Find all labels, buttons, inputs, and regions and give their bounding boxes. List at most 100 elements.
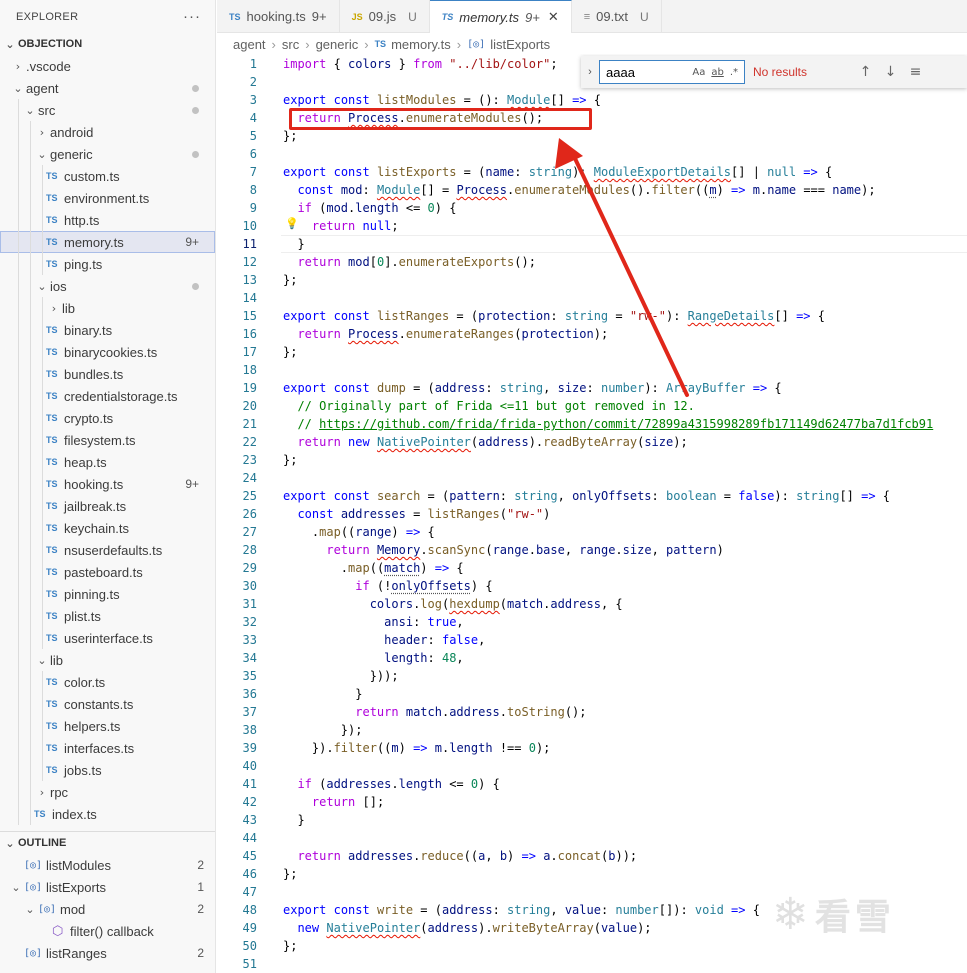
find-input[interactable]: aaaa Aa ab .* xyxy=(599,60,745,84)
tree-file[interactable]: TS jobs.ts xyxy=(0,759,215,781)
tree-file[interactable]: TS jailbreak.ts xyxy=(0,495,215,517)
tree-item-label: helpers.ts xyxy=(64,718,121,734)
tree-file[interactable]: TS color.ts xyxy=(0,671,215,693)
tree-folder[interactable]: ⌄ agent xyxy=(0,77,215,99)
code-text: header: false, xyxy=(384,633,486,647)
code-text: .map((range) => { xyxy=(283,525,435,539)
tree-file[interactable]: TS memory.ts 9+ xyxy=(0,231,215,253)
tree-file[interactable]: TS http.ts xyxy=(0,209,215,231)
tree-file[interactable]: TS interfaces.ts xyxy=(0,737,215,759)
tree-folder[interactable]: ⌄ ios xyxy=(0,275,215,297)
indent-guide xyxy=(30,407,31,429)
chevron-down-icon: ⌄ xyxy=(13,81,23,95)
lightbulb-icon[interactable]: 💡 xyxy=(285,217,299,230)
tree-file[interactable]: TS constants.ts xyxy=(0,693,215,715)
tree-file[interactable]: TS pasteboard.ts xyxy=(0,561,215,583)
chevron-down-icon: ⌄ xyxy=(5,37,15,51)
tree-folder[interactable]: ⌄ generic xyxy=(0,143,215,165)
tree-file[interactable]: TS filesystem.ts xyxy=(0,429,215,451)
code-line: 46}; xyxy=(217,865,967,883)
find-in-selection-icon[interactable]: ≡ xyxy=(903,64,928,80)
outline-header[interactable]: ⌄ OUTLINE xyxy=(0,832,215,854)
tab-label: 09.txt xyxy=(596,9,628,24)
workspace-root[interactable]: ⌄ OBJECTION xyxy=(0,33,215,55)
match-whole-word-icon[interactable]: ab xyxy=(711,67,723,78)
tree-file[interactable]: TS nsuserdefaults.ts xyxy=(0,539,215,561)
code-editor[interactable]: 1 import { colors } from "../lib/color"; 2… xyxy=(217,54,967,973)
line-number: 2 xyxy=(249,75,257,89)
breadcrumb-item[interactable]: memory.ts xyxy=(391,37,451,52)
tree-file[interactable]: TS pinning.ts xyxy=(0,583,215,605)
breadcrumb-item[interactable]: agent xyxy=(233,37,266,52)
tree-file[interactable]: TS hooking.ts 9+ xyxy=(0,473,215,495)
annotation-highlight-box xyxy=(289,108,592,130)
tree-folder[interactable]: › rpc xyxy=(0,781,215,803)
typescript-file-icon: TS xyxy=(46,215,58,225)
tree-file[interactable]: TS userinterface.ts xyxy=(0,627,215,649)
tree-folder[interactable]: › android xyxy=(0,121,215,143)
indent-guide xyxy=(18,341,19,363)
outline-item[interactable]: [◎] listRanges 2 xyxy=(0,942,215,964)
tree-item-label: nsuserdefaults.ts xyxy=(64,542,163,558)
outline-item[interactable]: [◎] listModules 2 xyxy=(0,854,215,876)
more-actions-icon[interactable]: ··· xyxy=(183,8,201,25)
editor-tab[interactable]: JS 09.js U xyxy=(340,0,430,33)
tree-file[interactable]: TS crypto.ts xyxy=(0,407,215,429)
tree-file[interactable]: TS helpers.ts xyxy=(0,715,215,737)
tree-file[interactable]: TS heap.ts xyxy=(0,451,215,473)
symbol-variable-icon: [◎] xyxy=(24,859,43,871)
next-match-icon[interactable]: ↓ xyxy=(878,64,903,80)
indent-guide xyxy=(42,297,43,319)
breadcrumb-item[interactable]: listExports xyxy=(490,37,550,52)
code-line: 23}; xyxy=(217,451,967,469)
chevron-right-icon: › xyxy=(51,301,57,315)
previous-match-icon[interactable]: ↑ xyxy=(853,64,878,80)
tree-file[interactable]: TS keychain.ts xyxy=(0,517,215,539)
tree-item-label: android xyxy=(50,124,94,140)
indent-guide xyxy=(18,627,19,649)
code-text: return mod[0].enumerateExports(); xyxy=(297,255,536,269)
tree-file[interactable]: TS binarycookies.ts xyxy=(0,341,215,363)
outline-item[interactable]: ⌄ [◎] listExports 1 xyxy=(0,876,215,898)
tree-file[interactable]: TS ping.ts xyxy=(0,253,215,275)
typescript-file-icon: TS xyxy=(374,39,387,49)
use-regex-icon[interactable]: .* xyxy=(730,67,738,78)
breadcrumb-item[interactable]: src xyxy=(282,37,299,52)
code-text: return Process.enumerateRanges(protectio… xyxy=(297,327,609,341)
tree-file[interactable]: TS plist.ts xyxy=(0,605,215,627)
editor-tab[interactable]: TS hooking.ts 9+ xyxy=(217,0,340,33)
tree-file[interactable]: TS index.ts xyxy=(0,803,215,825)
breadcrumb-separator-icon: › xyxy=(364,36,369,52)
code-line: 35 })); xyxy=(217,667,967,685)
breadcrumb-item[interactable]: generic xyxy=(316,37,359,52)
code-text: return match.address.toString(); xyxy=(355,705,587,719)
typescript-file-icon: TS xyxy=(46,457,58,467)
find-input-value: aaaa xyxy=(606,64,635,80)
match-case-icon[interactable]: Aa xyxy=(692,67,705,78)
typescript-file-icon: TS xyxy=(46,721,58,731)
indent-guide xyxy=(42,517,43,539)
tree-folder[interactable]: ⌄ src xyxy=(0,99,215,121)
code-text: } xyxy=(283,237,305,251)
tree-folder[interactable]: ⌄ lib xyxy=(0,649,215,671)
close-icon[interactable]: ✕ xyxy=(548,9,559,25)
indent-guide xyxy=(30,693,31,715)
breadcrumb-separator-icon: › xyxy=(456,36,462,52)
tree-folder[interactable]: › lib xyxy=(0,297,215,319)
editor-tab[interactable]: ≡ 09.txt U xyxy=(572,0,662,33)
typescript-file-icon: TS xyxy=(46,611,58,621)
outline-item[interactable]: ⌄ [◎] mod 2 xyxy=(0,898,215,920)
tree-file[interactable]: TS bundles.ts xyxy=(0,363,215,385)
line-number: 50 xyxy=(242,939,257,953)
tree-file[interactable]: TS binary.ts xyxy=(0,319,215,341)
toggle-replace-icon[interactable]: › xyxy=(581,66,599,78)
line-number: 8 xyxy=(249,183,257,197)
editor-tab[interactable]: TS memory.ts 9+ ✕ xyxy=(429,0,572,33)
code-line: 14 xyxy=(217,289,967,307)
tree-file[interactable]: TS credentialstorage.ts xyxy=(0,385,215,407)
tree-file[interactable]: TS custom.ts xyxy=(0,165,215,187)
tree-folder[interactable]: › .vscode xyxy=(0,55,215,77)
tree-file[interactable]: TS environment.ts xyxy=(0,187,215,209)
code-line: 32 ansi: true, xyxy=(217,613,967,631)
outline-item[interactable]: ⬡ filter() callback xyxy=(0,920,215,942)
